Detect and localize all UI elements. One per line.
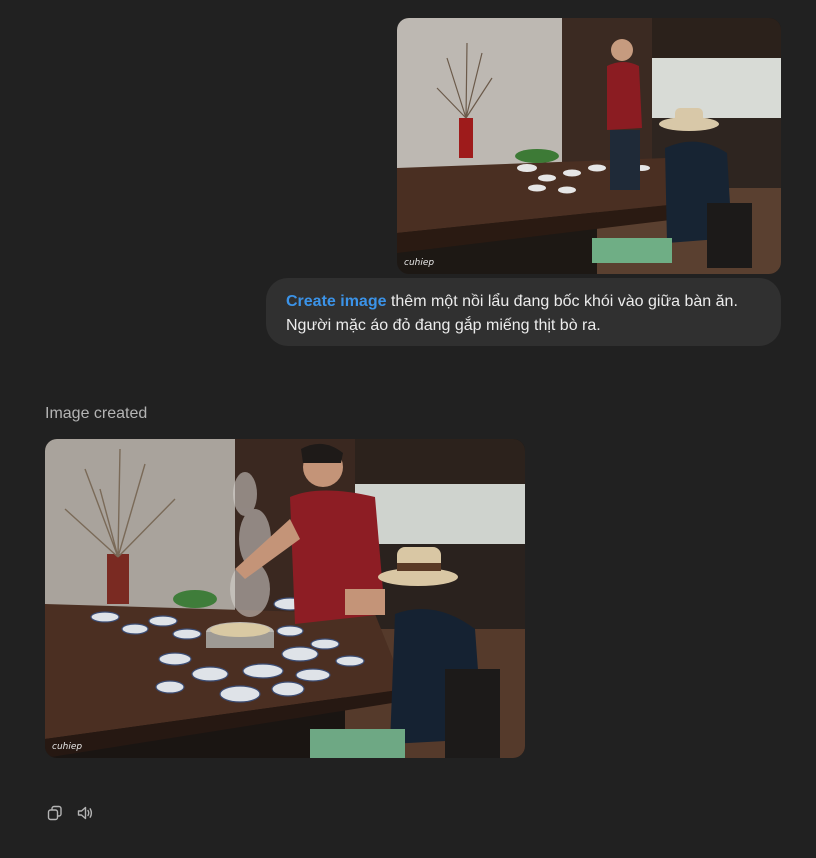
image-created-label: Image created [45,405,148,422]
image-watermark: cuhiep [404,258,435,268]
speaker-icon [77,806,93,820]
read-aloud-button[interactable] [75,803,95,823]
image-watermark: cuhiep [52,742,83,752]
chat-page: cuhiep Create image thêm một nồi lẩu đan… [0,0,816,858]
user-message-bubble: Create image thêm một nồi lẩu đang bốc k… [266,278,781,346]
dinner-table-photo [397,18,781,274]
user-uploaded-image[interactable]: cuhiep [397,18,781,274]
copy-icon [47,805,62,821]
hotpot-dinner-photo [45,439,525,758]
message-actions [45,803,95,823]
create-image-tag[interactable]: Create image [286,293,387,310]
copy-button[interactable] [45,803,65,823]
generated-image[interactable]: cuhiep [45,439,525,758]
